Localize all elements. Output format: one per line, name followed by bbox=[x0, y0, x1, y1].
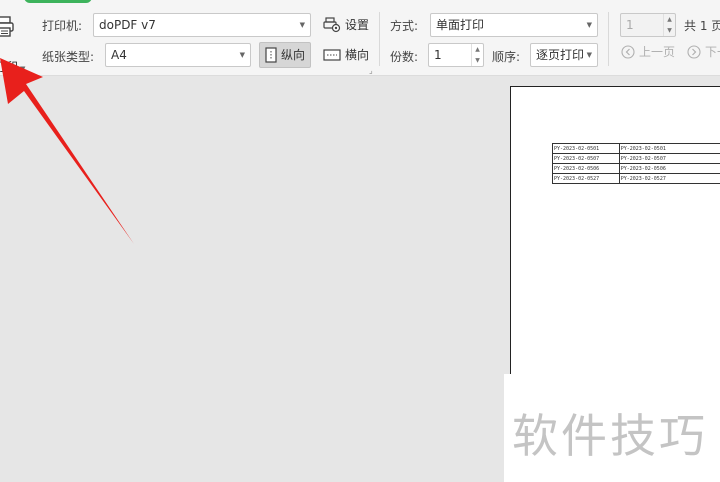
red-arrow-annotation-icon bbox=[0, 58, 134, 244]
